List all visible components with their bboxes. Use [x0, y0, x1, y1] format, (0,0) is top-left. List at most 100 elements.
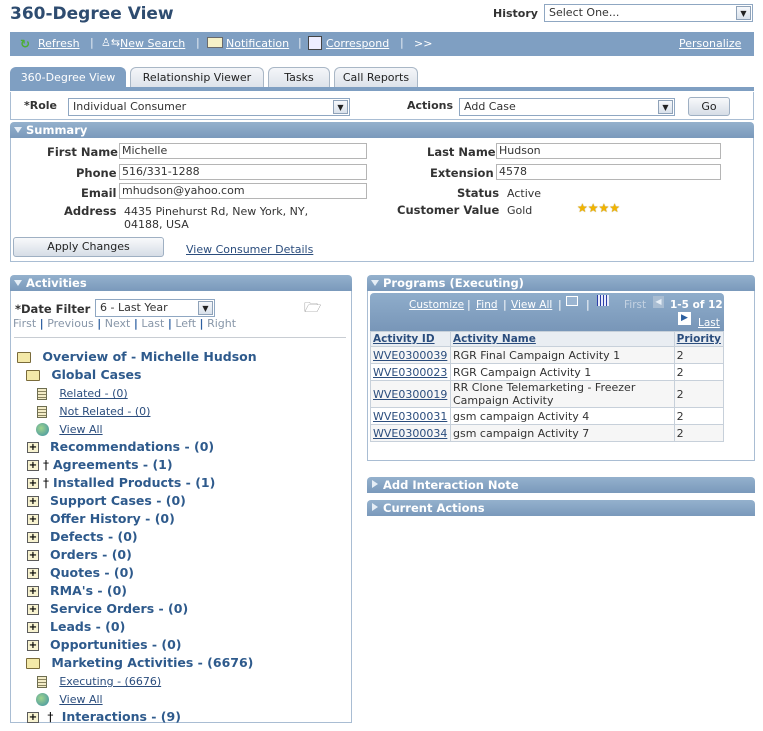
- folder-expand-icon[interactable]: +: [27, 568, 39, 579]
- folder-expand-icon[interactable]: +: [27, 514, 39, 525]
- activity-name-cell: gsm campaign Activity 7: [450, 424, 675, 442]
- more-toolbar-button[interactable]: >>: [414, 37, 432, 50]
- next-arrow-icon[interactable]: ▶: [678, 312, 691, 325]
- find-link[interactable]: Find: [476, 299, 498, 311]
- tree-node[interactable]: + Defects - (0): [27, 529, 138, 544]
- activity-id-link[interactable]: WVE0300023: [370, 363, 451, 381]
- activity-id-link[interactable]: WVE0300031: [370, 407, 451, 425]
- related-link[interactable]: Related - (0): [59, 387, 127, 400]
- actions-select[interactable]: Add Case ▼: [459, 98, 675, 116]
- first-name-field[interactable]: Michelle: [119, 143, 367, 159]
- go-button[interactable]: Go: [688, 97, 730, 116]
- folder-expand-icon[interactable]: +: [27, 550, 39, 561]
- tree-node[interactable]: + Offer History - (0): [27, 511, 175, 526]
- tree-node[interactable]: + Leads - (0): [27, 619, 125, 634]
- separator: |: [503, 298, 507, 311]
- new-window-icon[interactable]: [566, 296, 578, 306]
- last-link[interactable]: Last: [698, 317, 720, 329]
- column-activity-name[interactable]: Activity Name: [450, 331, 675, 347]
- table-row: WVE0300019 RR Clone Telemarketing - Freez…: [370, 380, 725, 408]
- programs-header[interactable]: Programs (Executing): [367, 275, 755, 291]
- tree-interactions[interactable]: + † Interactions - (9): [27, 709, 181, 724]
- folder-expand-icon[interactable]: +: [27, 712, 39, 723]
- priority-cell: 2: [673, 363, 725, 381]
- tree-view-all-2: View All: [36, 691, 103, 706]
- last-name-label: Last Name: [427, 145, 496, 159]
- nav-right[interactable]: Right: [207, 317, 236, 330]
- folder-expand-icon[interactable]: +: [27, 640, 39, 651]
- date-filter-value: 6 - Last Year: [100, 301, 168, 314]
- executing-link[interactable]: Executing - (6676): [59, 675, 161, 688]
- email-field[interactable]: mhudson@yahoo.com: [119, 183, 367, 199]
- tree-node[interactable]: + Orders - (0): [27, 547, 132, 562]
- last-name-field[interactable]: Hudson: [496, 143, 721, 159]
- activities-header[interactable]: Activities: [10, 275, 352, 291]
- date-filter-select[interactable]: 6 - Last Year ▼: [95, 299, 215, 317]
- view-consumer-details-link[interactable]: View Consumer Details: [186, 243, 313, 256]
- tab-relationship-viewer[interactable]: Relationship Viewer: [130, 67, 264, 87]
- tab-tasks[interactable]: Tasks: [268, 67, 330, 87]
- refresh-link[interactable]: Refresh: [38, 37, 80, 50]
- folder-expand-icon[interactable]: +: [27, 586, 39, 597]
- activity-id-link[interactable]: WVE0300034: [370, 424, 451, 442]
- folder-expand-icon[interactable]: +: [27, 604, 39, 615]
- tree-node[interactable]: + Support Cases - (0): [27, 493, 186, 508]
- tree-node[interactable]: + Opportunities - (0): [27, 637, 182, 652]
- nav-next[interactable]: Next: [105, 317, 131, 330]
- tree-node[interactable]: + Service Orders - (0): [27, 601, 188, 616]
- history-select[interactable]: Select One... ▼: [544, 4, 753, 22]
- dagger-marker: †: [43, 458, 49, 472]
- current-actions-header[interactable]: Current Actions: [367, 500, 755, 516]
- marketing-activities-label: Marketing Activities - (6676): [51, 655, 254, 670]
- activity-id-link[interactable]: WVE0300039: [370, 346, 451, 364]
- tab-360-degree-view[interactable]: 360-Degree View: [10, 67, 126, 87]
- column-priority[interactable]: Priority: [673, 331, 725, 347]
- tree-marketing-activities[interactable]: Marketing Activities - (6676): [26, 655, 253, 670]
- nav-first[interactable]: First: [13, 317, 36, 330]
- extension-label: Extension: [430, 166, 494, 180]
- tree-node[interactable]: + Recommendations - (0): [27, 439, 214, 454]
- separator: |: [558, 298, 562, 311]
- folder-expand-icon[interactable]: +: [27, 478, 39, 489]
- tab-call-reports[interactable]: Call Reports: [334, 67, 418, 87]
- folder-expand-icon[interactable]: +: [27, 622, 39, 633]
- folder-expand-icon[interactable]: +: [27, 460, 39, 471]
- nav-left[interactable]: Left: [175, 317, 196, 330]
- apply-changes-button[interactable]: Apply Changes: [13, 237, 164, 257]
- tree-node[interactable]: + † Agreements - (1): [27, 457, 173, 472]
- extension-field[interactable]: 4578: [496, 164, 721, 180]
- tree-node-label: Support Cases - (0): [50, 493, 186, 508]
- add-interaction-note-header[interactable]: Add Interaction Note: [367, 477, 755, 493]
- new-search-link[interactable]: New Search: [120, 37, 185, 50]
- personalize-link[interactable]: Personalize: [679, 37, 741, 50]
- range-label: 1-5 of 12: [670, 299, 723, 311]
- not-related-link[interactable]: Not Related - (0): [59, 405, 150, 418]
- customize-link[interactable]: Customize: [409, 299, 464, 311]
- folder-expand-icon[interactable]: +: [27, 532, 39, 543]
- tree-node[interactable]: + Quotes - (0): [27, 565, 134, 580]
- activity-id-link[interactable]: WVE0300019: [370, 380, 451, 408]
- view-all-link[interactable]: View All: [511, 299, 552, 311]
- folder-expand-icon[interactable]: +: [27, 442, 39, 453]
- column-activity-id[interactable]: Activity ID: [370, 331, 451, 347]
- folder-expand-icon[interactable]: +: [27, 496, 39, 507]
- folder-toggle-icon[interactable]: 🗁: [304, 297, 321, 321]
- nav-previous[interactable]: Previous: [47, 317, 94, 330]
- expand-triangle-icon: [372, 480, 378, 488]
- correspond-link[interactable]: Correspond: [326, 37, 389, 50]
- chevron-down-icon: ▼: [198, 301, 213, 315]
- view-all-link[interactable]: View All: [59, 693, 102, 706]
- summary-header[interactable]: Summary: [10, 122, 754, 138]
- download-grid-icon[interactable]: [597, 295, 609, 306]
- notification-link[interactable]: Notification: [226, 37, 289, 50]
- tree-global-cases[interactable]: Global Cases: [26, 367, 141, 382]
- tree-root[interactable]: Overview of - Michelle Hudson: [17, 349, 257, 364]
- tree-node[interactable]: + † Installed Products - (1): [27, 475, 215, 490]
- role-select[interactable]: Individual Consumer ▼: [68, 98, 350, 116]
- tree-node[interactable]: + RMA's - (0): [27, 583, 127, 598]
- star-icon: ★: [598, 201, 610, 215]
- nav-last[interactable]: Last: [141, 317, 164, 330]
- star-icon: ★: [577, 201, 588, 215]
- phone-field[interactable]: 516/331-1288: [119, 164, 367, 180]
- view-all-link[interactable]: View All: [59, 423, 102, 436]
